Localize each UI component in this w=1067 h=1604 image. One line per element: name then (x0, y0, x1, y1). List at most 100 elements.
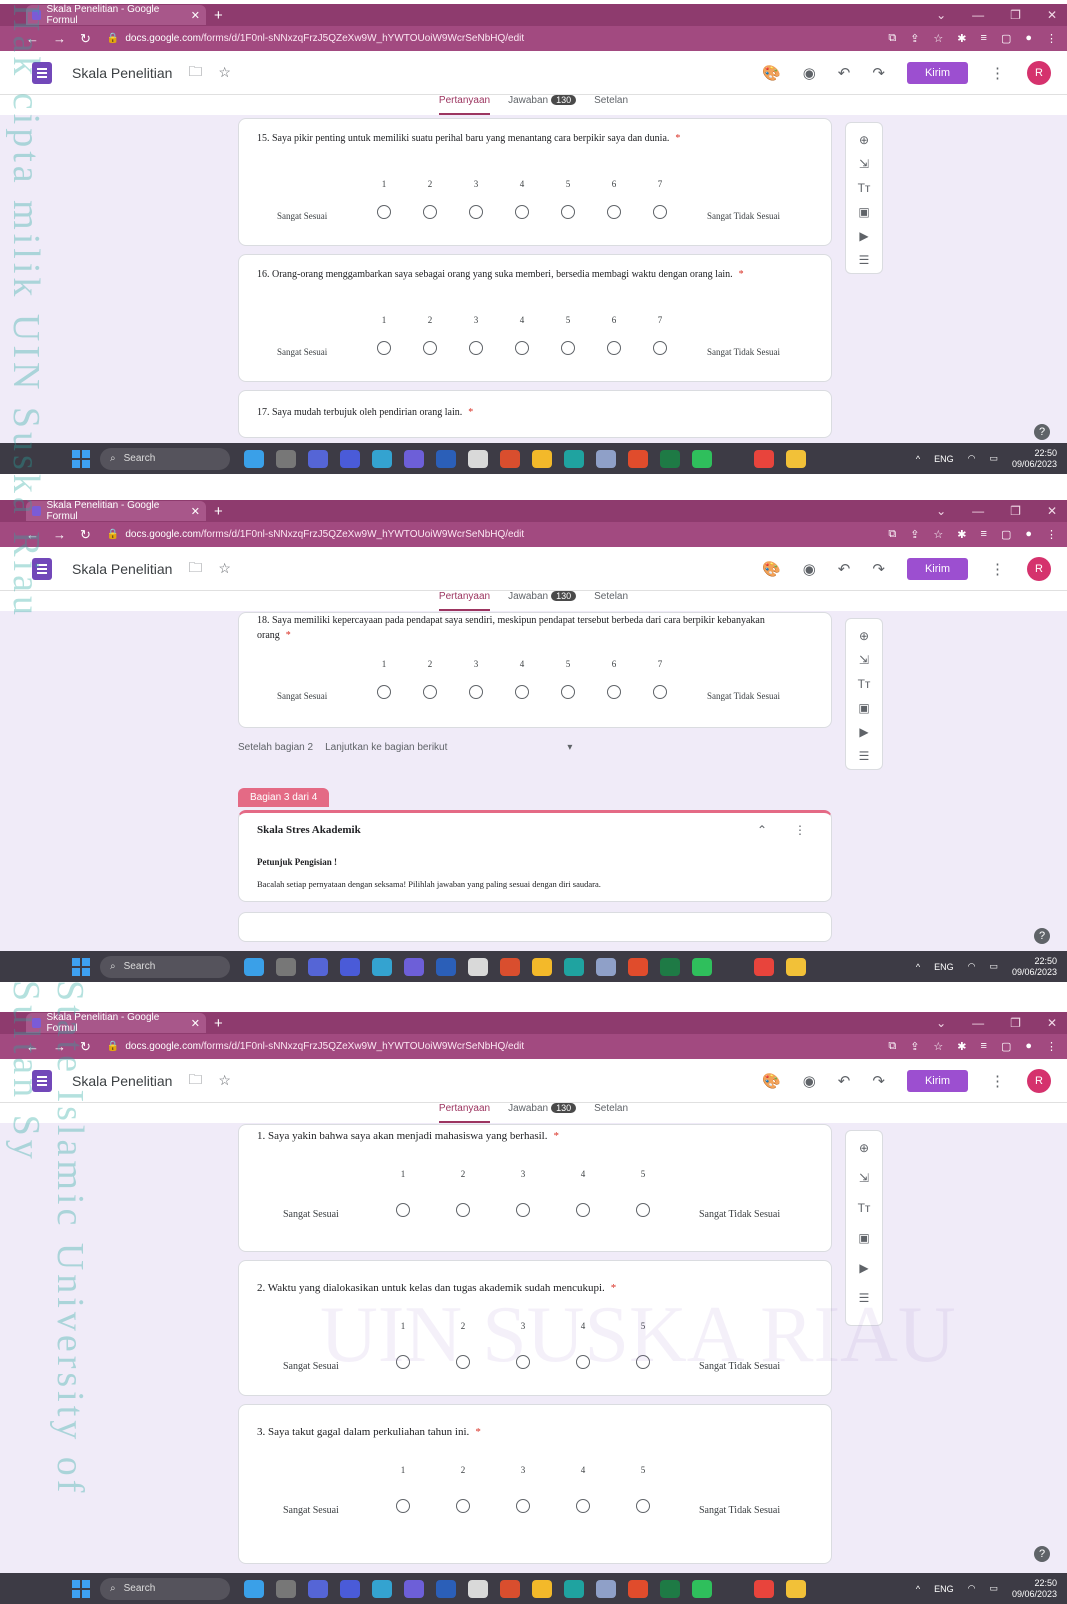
clock[interactable]: 22:50 09/06/2023 (1012, 1578, 1057, 1600)
new-tab-icon[interactable]: + (214, 1015, 223, 1032)
avatar[interactable]: R (1027, 60, 1051, 85)
radio-option[interactable] (396, 1499, 410, 1513)
translate-icon[interactable]: ⧉ (888, 528, 896, 541)
eye-icon[interactable]: ◉ (803, 64, 816, 82)
word-icon[interactable] (436, 449, 456, 468)
app-icon[interactable] (276, 957, 296, 976)
app-icon[interactable] (786, 449, 806, 468)
language-indicator[interactable]: ENG (934, 454, 954, 464)
radio-option[interactable] (636, 1355, 650, 1369)
close-tab-icon[interactable]: ✕ (191, 9, 200, 22)
star-icon[interactable]: ☆ (218, 64, 231, 81)
add-question-icon[interactable]: ⊕ (859, 629, 869, 643)
form-title[interactable]: Skala Penelitian (72, 65, 172, 81)
radio-option[interactable] (607, 685, 621, 699)
folder-icon[interactable]: 🗀 (188, 557, 202, 581)
app-icon[interactable] (404, 449, 424, 468)
reading-list-icon[interactable]: ≡ (981, 1040, 987, 1053)
radio-option[interactable] (456, 1499, 470, 1513)
radio-option[interactable] (469, 205, 483, 219)
add-image-icon[interactable]: ▣ (858, 205, 869, 219)
chrome-icon[interactable] (628, 1579, 648, 1598)
app-icon[interactable] (596, 449, 616, 468)
add-video-icon[interactable]: ▶ (859, 725, 868, 739)
chevron-down-icon[interactable]: ⌄ (936, 1016, 946, 1030)
radio-option[interactable] (653, 685, 667, 699)
folder-icon[interactable]: 🗀 (188, 61, 202, 85)
avatar[interactable]: R (1027, 556, 1051, 581)
question-card-16[interactable]: 16. Orang-orang menggambarkan saya sebag… (238, 254, 832, 382)
section-header-card[interactable]: Skala Stres Akademik ⌃ ⋮ Petunjuk Pengis… (238, 810, 832, 902)
reading-list-icon[interactable]: ≡ (981, 32, 987, 45)
url-field[interactable]: 🔒 docs.google.com/forms/d/1F0nl-sNNxzqFrz… (107, 33, 524, 44)
undo-icon[interactable]: ↶ (838, 560, 851, 578)
app-icon[interactable] (276, 1579, 296, 1598)
chrome-profile-icon[interactable] (754, 1579, 774, 1598)
forward-icon[interactable]: → (53, 31, 66, 47)
app-icon[interactable] (244, 1579, 264, 1598)
whatsapp-icon[interactable] (692, 1579, 712, 1598)
chevron-up-icon[interactable]: ^ (916, 1584, 920, 1594)
excel-icon[interactable] (660, 957, 680, 976)
back-icon[interactable]: ← (26, 31, 39, 47)
radio-option[interactable] (516, 1203, 530, 1217)
app-icon[interactable] (340, 957, 360, 976)
send-button[interactable]: Kirim (906, 1069, 968, 1092)
bookmark-star-icon[interactable]: ☆ (933, 1040, 943, 1053)
new-tab-icon[interactable]: + (214, 7, 223, 24)
send-button[interactable]: Kirim (906, 61, 968, 84)
question-card-1[interactable]: 1. Saya yakin bahwa saya akan menjadi ma… (238, 1124, 832, 1252)
taskbar-search[interactable]: ⌕ Search (100, 955, 230, 978)
tab-responses[interactable]: Jawaban 130 (508, 1103, 577, 1123)
chrome-profile-icon[interactable] (754, 957, 774, 976)
add-image-icon[interactable]: ▣ (858, 701, 869, 715)
radio-option[interactable] (396, 1203, 410, 1217)
eye-icon[interactable]: ◉ (803, 1072, 816, 1090)
bookmark-star-icon[interactable]: ☆ (933, 528, 943, 541)
import-questions-icon[interactable]: ⇲ (859, 157, 869, 171)
bookmark-star-icon[interactable]: ☆ (933, 32, 943, 45)
extensions-icon[interactable]: ✱ (957, 528, 966, 541)
edge-icon[interactable] (564, 1579, 584, 1598)
restore-icon[interactable]: ❐ (1010, 504, 1021, 518)
minimize-icon[interactable]: — (972, 1016, 984, 1030)
send-button[interactable]: Kirim (906, 557, 968, 580)
radio-option[interactable] (469, 341, 483, 355)
tab-settings[interactable]: Setelan (594, 95, 628, 115)
forward-icon[interactable]: → (53, 527, 66, 543)
add-section-icon[interactable]: ☰ (859, 253, 870, 267)
redo-icon[interactable]: ↷ (872, 1072, 885, 1090)
section-more-icon[interactable]: ⋮ (794, 823, 806, 838)
radio-option[interactable] (607, 341, 621, 355)
question-card-17[interactable]: 17. Saya mudah terbujuk oleh pendirian o… (238, 390, 832, 438)
app-icon[interactable] (372, 449, 392, 468)
extensions-icon[interactable]: ✱ (957, 32, 966, 45)
profile-icon[interactable]: ● (1025, 32, 1032, 45)
url-field[interactable]: 🔒 docs.google.com/forms/d/1F0nl-sNNxzqFrz… (107, 529, 524, 540)
translate-icon[interactable]: ⧉ (888, 1040, 896, 1053)
collapse-icon[interactable]: ⌃ (757, 823, 767, 838)
browser-menu-icon[interactable]: ⋮ (1046, 32, 1057, 45)
radio-option[interactable] (423, 685, 437, 699)
tab-questions[interactable]: Pertanyaan (438, 1103, 491, 1123)
browser-tab[interactable]: Skala Penelitian - Google Formul ✕ (26, 1012, 206, 1034)
browser-tab[interactable]: Skala Penelitian - Google Formul ✕ (26, 4, 206, 26)
app-icon[interactable] (404, 1579, 424, 1598)
whatsapp-icon[interactable] (692, 957, 712, 976)
help-icon[interactable]: ? (1034, 1546, 1050, 1562)
more-vert-icon[interactable]: ⋮ (990, 64, 1005, 82)
minimize-icon[interactable]: — (972, 8, 984, 22)
radio-option[interactable] (469, 685, 483, 699)
folder-app-icon[interactable] (532, 1579, 552, 1598)
folder-icon[interactable]: 🗀 (188, 1069, 202, 1093)
battery-icon[interactable]: ▭ (989, 1583, 998, 1594)
radio-option[interactable] (576, 1203, 590, 1217)
question-card-15[interactable]: 15. Saya pikir penting untuk memiliki su… (238, 118, 832, 246)
excel-icon[interactable] (660, 1579, 680, 1598)
radio-option[interactable] (515, 205, 529, 219)
word-icon[interactable] (436, 957, 456, 976)
radio-option[interactable] (516, 1499, 530, 1513)
palette-icon[interactable]: 🎨 (762, 64, 781, 82)
powerpoint-icon[interactable] (500, 449, 520, 468)
app-icon[interactable] (244, 957, 264, 976)
